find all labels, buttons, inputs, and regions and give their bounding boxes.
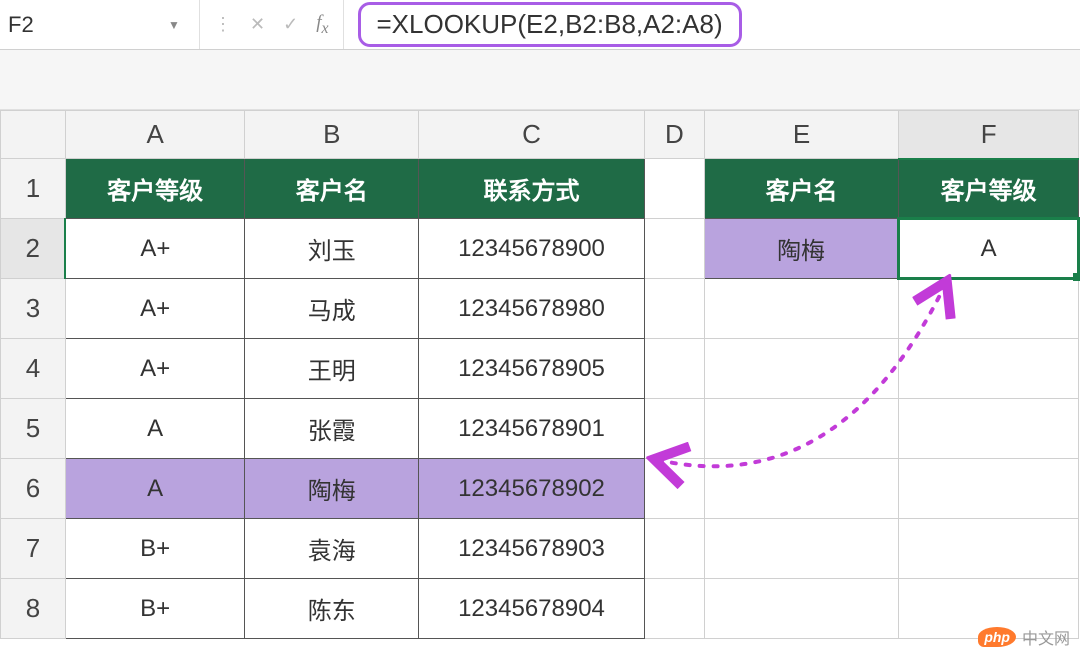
cell-C3[interactable]: 12345678980 <box>419 279 645 339</box>
header-lookup-name[interactable]: 客户名 <box>704 159 899 219</box>
cell-B4[interactable]: 王明 <box>245 339 419 399</box>
cell-B5[interactable]: 张霞 <box>245 399 419 459</box>
header-name[interactable]: 客户名 <box>245 159 419 219</box>
cell-E3[interactable] <box>704 279 899 339</box>
header-grade[interactable]: 客户等级 <box>65 159 245 219</box>
cell-B3[interactable]: 马成 <box>245 279 419 339</box>
watermark-text: 中文网 <box>1022 625 1070 649</box>
cell-F5[interactable] <box>899 399 1079 459</box>
cell-E5[interactable] <box>704 399 899 459</box>
cell-E6[interactable] <box>704 459 899 519</box>
row-header-5[interactable]: 5 <box>1 399 66 459</box>
cell-D8[interactable] <box>644 579 704 639</box>
formula-bar-buttons: ⋮ ✕ ✓ fx <box>200 0 344 49</box>
watermark-logo: php <box>978 627 1016 647</box>
select-all-corner[interactable] <box>1 111 66 159</box>
col-header-A[interactable]: A <box>65 111 245 159</box>
header-lookup-grade[interactable]: 客户等级 <box>899 159 1079 219</box>
row-header-6[interactable]: 6 <box>1 459 66 519</box>
grid-table[interactable]: A B C D E F 1 客户等级 客户名 联系方式 客户名 客户等级 2 A… <box>0 110 1080 639</box>
row-header-8[interactable]: 8 <box>1 579 66 639</box>
col-header-C[interactable]: C <box>419 111 645 159</box>
row-header-7[interactable]: 7 <box>1 519 66 579</box>
cell-C8[interactable]: 12345678904 <box>419 579 645 639</box>
cell-D1[interactable] <box>644 159 704 219</box>
header-contact[interactable]: 联系方式 <box>419 159 645 219</box>
col-header-E[interactable]: E <box>704 111 899 159</box>
chevron-down-icon[interactable]: ▼ <box>168 18 180 32</box>
cell-C5[interactable]: 12345678901 <box>419 399 645 459</box>
cell-D5[interactable] <box>644 399 704 459</box>
cell-A8[interactable]: B+ <box>65 579 245 639</box>
row-header-3[interactable]: 3 <box>1 279 66 339</box>
cell-A3[interactable]: A+ <box>65 279 245 339</box>
dots-icon[interactable]: ⋮ <box>214 14 232 35</box>
cell-A6[interactable]: A <box>65 459 245 519</box>
fx-icon[interactable]: fx <box>316 12 328 38</box>
cell-D6[interactable] <box>644 459 704 519</box>
row-header-4[interactable]: 4 <box>1 339 66 399</box>
cell-E7[interactable] <box>704 519 899 579</box>
watermark: php 中文网 <box>978 625 1070 649</box>
row-header-2[interactable]: 2 <box>1 219 66 279</box>
cell-D7[interactable] <box>644 519 704 579</box>
formula-text: =XLOOKUP(E2,B2:B8,A2:A8) <box>358 2 742 47</box>
cell-F6[interactable] <box>899 459 1079 519</box>
cell-D4[interactable] <box>644 339 704 399</box>
formula-input-area[interactable]: =XLOOKUP(E2,B2:B8,A2:A8) <box>344 2 1080 47</box>
cell-C4[interactable]: 12345678905 <box>419 339 645 399</box>
cell-E8[interactable] <box>704 579 899 639</box>
ribbon-placeholder <box>0 50 1080 110</box>
cell-A4[interactable]: A+ <box>65 339 245 399</box>
cell-E2[interactable]: 陶梅 <box>704 219 899 279</box>
col-header-F[interactable]: F <box>899 111 1079 159</box>
cell-C7[interactable]: 12345678903 <box>419 519 645 579</box>
formula-bar: F2 ▼ ⋮ ✕ ✓ fx =XLOOKUP(E2,B2:B8,A2:A8) <box>0 0 1080 50</box>
cancel-icon[interactable]: ✕ <box>250 14 265 35</box>
row-header-1[interactable]: 1 <box>1 159 66 219</box>
name-box-value: F2 <box>8 12 168 38</box>
cell-A7[interactable]: B+ <box>65 519 245 579</box>
cell-B7[interactable]: 袁海 <box>245 519 419 579</box>
cell-D3[interactable] <box>644 279 704 339</box>
cell-C6[interactable]: 12345678902 <box>419 459 645 519</box>
cell-A2[interactable]: A+ <box>65 219 245 279</box>
col-header-D[interactable]: D <box>644 111 704 159</box>
cell-B6[interactable]: 陶梅 <box>245 459 419 519</box>
cell-F3[interactable] <box>899 279 1079 339</box>
col-header-B[interactable]: B <box>245 111 419 159</box>
cell-B2[interactable]: 刘玉 <box>245 219 419 279</box>
cell-A5[interactable]: A <box>65 399 245 459</box>
cell-F4[interactable] <box>899 339 1079 399</box>
cell-D2[interactable] <box>644 219 704 279</box>
cell-F2-selected[interactable]: A <box>899 219 1079 279</box>
name-box[interactable]: F2 ▼ <box>0 0 200 49</box>
cell-F7[interactable] <box>899 519 1079 579</box>
cell-C2[interactable]: 12345678900 <box>419 219 645 279</box>
spreadsheet: A B C D E F 1 客户等级 客户名 联系方式 客户名 客户等级 2 A… <box>0 110 1080 639</box>
cell-B8[interactable]: 陈东 <box>245 579 419 639</box>
enter-icon[interactable]: ✓ <box>283 14 298 35</box>
cell-E4[interactable] <box>704 339 899 399</box>
